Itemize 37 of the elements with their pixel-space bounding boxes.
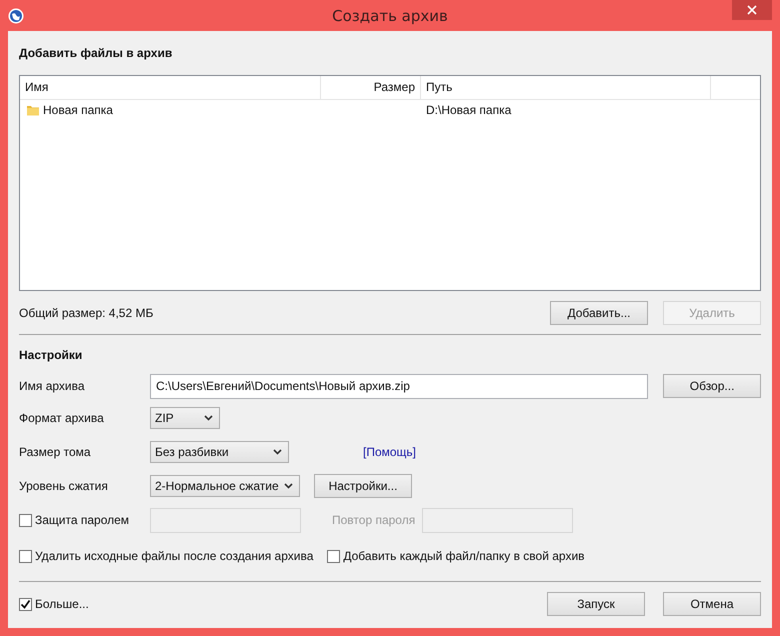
compression-dropdown[interactable]: 2-Нормальное сжатие — [150, 475, 300, 497]
help-link[interactable]: [Помощь] — [363, 445, 416, 459]
section-heading: Настройки — [19, 348, 84, 364]
dialog-button[interactable]: Запуск — [547, 592, 645, 616]
checkbox-label[interactable]: Удалить исходные файлы после создания архива — [35, 549, 314, 563]
checkbox[interactable] — [19, 598, 32, 610]
action-button[interactable]: Добавить... — [550, 301, 648, 325]
column-header[interactable]: Размер — [321, 76, 421, 99]
field-label: Уровень сжатия — [19, 479, 109, 493]
column-header[interactable]: Путь — [421, 76, 711, 99]
repeat-password-label: Повтор пароля — [332, 513, 416, 527]
column-header[interactable]: Имя — [20, 76, 321, 99]
format-dropdown[interactable]: ZIP — [150, 407, 220, 429]
caret-icon — [204, 415, 213, 421]
caret-icon — [284, 483, 293, 489]
folder-icon — [26, 103, 40, 117]
field-label: Формат архива — [19, 411, 105, 425]
total-size-label: Общий размер: 4,52 МБ — [19, 306, 154, 320]
close-button[interactable] — [732, 0, 772, 20]
section-heading: Добавить файлы в архив — [19, 46, 174, 62]
checkbox-label[interactable]: Добавить каждый файл/папку в свой архив — [343, 549, 585, 563]
globe-icon — [8, 8, 24, 24]
field-label: Размер тома — [19, 445, 92, 459]
window-title: Создать архив — [332, 6, 448, 24]
archive-name-field[interactable]: C:\Users\Евгений\Documents\Новый архив.zip — [150, 374, 648, 398]
caret-icon — [273, 449, 282, 455]
file-path: D:\Новая папка — [426, 103, 512, 117]
browse-button[interactable]: Обзор... — [663, 374, 761, 398]
checkbox[interactable] — [19, 550, 32, 562]
settings-button[interactable]: Настройки... — [314, 474, 412, 498]
checkbox-label[interactable]: Больше... — [35, 597, 89, 611]
field-label: Имя архива — [19, 379, 86, 393]
close-icon — [747, 5, 757, 15]
volume-size-dropdown[interactable]: Без разбивки — [150, 441, 289, 463]
dialog-button[interactable]: Отмена — [663, 592, 761, 616]
checkbox[interactable] — [327, 550, 340, 562]
file-name[interactable]: Новая папка — [43, 103, 113, 117]
